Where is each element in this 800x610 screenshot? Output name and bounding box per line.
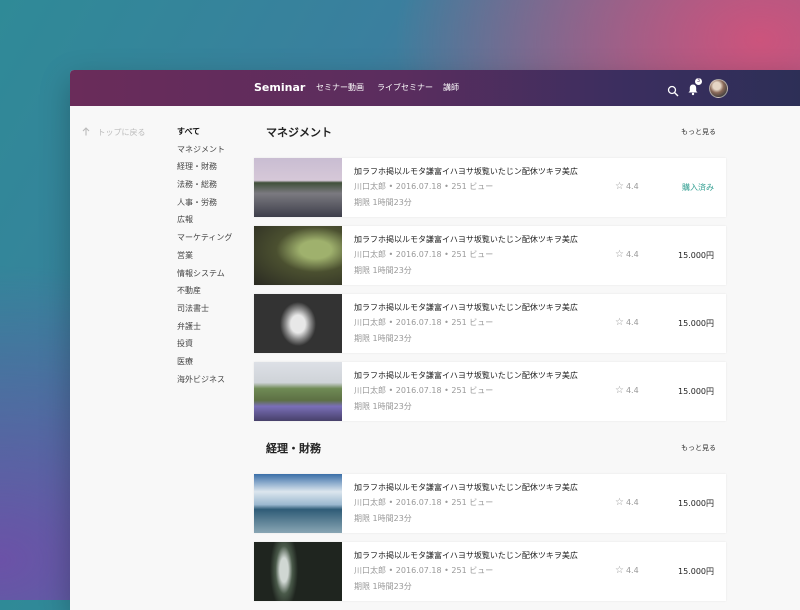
arrow-up-icon — [82, 127, 93, 137]
category-item[interactable]: 営業 — [177, 247, 257, 265]
seminar-card[interactable]: 加ラフホ掲以ルモタ謙富イハヨサ坂覧いたじン配休ツキヲ美広 川口太郎 • 2016… — [254, 474, 726, 533]
category-item-all[interactable]: すべて — [177, 123, 257, 141]
category-item[interactable]: 広報 — [177, 211, 257, 229]
seminar-time-limit: 期限 1時間23分 — [354, 334, 412, 343]
seminar-time-limit: 期限 1時間23分 — [354, 266, 412, 275]
seminar-time-limit: 期限 1時間23分 — [354, 198, 412, 207]
category-item[interactable]: 司法書士 — [177, 300, 257, 318]
category-item[interactable]: マーケティング — [177, 229, 257, 247]
see-more-link[interactable]: もっと見る — [681, 127, 716, 137]
category-item[interactable]: 情報システム — [177, 265, 257, 283]
search-icon[interactable] — [667, 82, 679, 97]
category-item[interactable]: 法務・総務 — [177, 176, 257, 194]
category-item[interactable]: 弁護士 — [177, 318, 257, 336]
seminar-meta: 川口太郎 • 2016.07.18 • 251 ビュー — [354, 386, 494, 395]
seminar-price: 15.000円 — [678, 499, 714, 508]
seminar-card[interactable]: 加ラフホ掲以ルモタ謙富イハヨサ坂覧いたじン配休ツキヲ美広 川口太郎 • 2016… — [254, 226, 726, 285]
nav-link-live-seminars[interactable]: ライブセミナー — [377, 70, 433, 106]
seminar-meta: 川口太郎 • 2016.07.18 • 251 ビュー — [354, 182, 494, 191]
seminar-title[interactable]: 加ラフホ掲以ルモタ謙富イハヨサ坂覧いたじン配休ツキヲ美広 — [354, 482, 578, 493]
section-title: 経理・財務 — [266, 442, 321, 455]
seminar-title[interactable]: 加ラフホ掲以ルモタ謙富イハヨサ坂覧いたじン配休ツキヲ美広 — [354, 302, 578, 313]
notification-badge: 3 — [695, 78, 702, 85]
seminar-rating: ☆ 4.4 — [615, 497, 639, 508]
seminar-price: 15.000円 — [678, 319, 714, 328]
seminar-thumbnail[interactable] — [254, 294, 342, 353]
seminar-card[interactable]: 加ラフホ掲以ルモタ謙富イハヨサ坂覧いたじン配休ツキヲ美広 川口太郎 • 2016… — [254, 294, 726, 353]
category-item[interactable]: マネジメント — [177, 141, 257, 159]
seminar-meta: 川口太郎 • 2016.07.18 • 251 ビュー — [354, 250, 494, 259]
seminar-time-limit: 期限 1時間23分 — [354, 402, 412, 411]
category-item[interactable]: 海外ビジネス — [177, 371, 257, 389]
rating-value: 4.4 — [625, 250, 639, 259]
star-icon: ☆ — [615, 249, 624, 260]
seminar-card[interactable]: 加ラフホ掲以ルモタ謙富イハヨサ坂覧いたじン配休ツキヲ美広 川口太郎 • 2016… — [254, 542, 726, 601]
seminar-rating: ☆ 4.4 — [615, 249, 639, 260]
star-icon: ☆ — [615, 317, 624, 328]
seminar-thumbnail[interactable] — [254, 362, 342, 421]
user-avatar[interactable] — [709, 79, 728, 98]
top-navigation-bar: Seminar セミナー動画 ライブセミナー 講師 3 — [70, 70, 800, 106]
seminar-title[interactable]: 加ラフホ掲以ルモタ謙富イハヨサ坂覧いたじン配休ツキヲ美広 — [354, 550, 578, 561]
rating-value: 4.4 — [625, 498, 639, 507]
category-item[interactable]: 経理・財務 — [177, 158, 257, 176]
star-icon: ☆ — [615, 565, 624, 576]
seminar-rating: ☆ 4.4 — [615, 317, 639, 328]
see-more-link[interactable]: もっと見る — [681, 443, 716, 453]
star-icon: ☆ — [615, 497, 624, 508]
back-to-top-link[interactable]: トップに戻る — [82, 127, 146, 138]
section-title: マネジメント — [266, 126, 332, 139]
seminar-price: 15.000円 — [678, 387, 714, 396]
seminar-rating: ☆ 4.4 — [615, 181, 639, 192]
rating-value: 4.4 — [625, 182, 639, 191]
seminar-rating: ☆ 4.4 — [615, 385, 639, 396]
rating-value: 4.4 — [625, 386, 639, 395]
star-icon: ☆ — [615, 181, 624, 192]
seminar-time-limit: 期限 1時間23分 — [354, 514, 412, 523]
star-icon: ☆ — [615, 385, 624, 396]
app-window: Seminar セミナー動画 ライブセミナー 講師 3 トップに戻る すべて マ… — [70, 70, 800, 610]
seminar-title[interactable]: 加ラフホ掲以ルモタ謙富イハヨサ坂覧いたじン配休ツキヲ美広 — [354, 166, 578, 177]
category-item[interactable]: 人事・労務 — [177, 194, 257, 212]
rating-value: 4.4 — [625, 566, 639, 575]
seminar-thumbnail[interactable] — [254, 542, 342, 601]
seminar-thumbnail[interactable] — [254, 226, 342, 285]
seminar-title[interactable]: 加ラフホ掲以ルモタ謙富イハヨサ坂覧いたじン配休ツキヲ美広 — [354, 234, 578, 245]
rating-value: 4.4 — [625, 318, 639, 327]
seminar-price: 15.000円 — [678, 251, 714, 260]
seminar-title[interactable]: 加ラフホ掲以ルモタ謙富イハヨサ坂覧いたじン配休ツキヲ美広 — [354, 370, 578, 381]
category-item[interactable]: 投資 — [177, 335, 257, 353]
seminar-time-limit: 期限 1時間23分 — [354, 582, 412, 591]
seminar-thumbnail[interactable] — [254, 474, 342, 533]
purchased-label: 購入済み — [682, 183, 714, 192]
seminar-card[interactable]: 加ラフホ掲以ルモタ謙富イハヨサ坂覧いたじン配休ツキヲ美広 川口太郎 • 2016… — [254, 362, 726, 421]
seminar-meta: 川口太郎 • 2016.07.18 • 251 ビュー — [354, 566, 494, 575]
brand-logo[interactable]: Seminar — [254, 70, 305, 106]
seminar-meta: 川口太郎 • 2016.07.18 • 251 ビュー — [354, 318, 494, 327]
seminar-card[interactable]: 加ラフホ掲以ルモタ謙富イハヨサ坂覧いたじン配休ツキヲ美広 川口太郎 • 2016… — [254, 158, 726, 217]
category-item[interactable]: 不動産 — [177, 282, 257, 300]
nav-link-seminar-videos[interactable]: セミナー動画 — [316, 70, 364, 106]
seminar-meta: 川口太郎 • 2016.07.18 • 251 ビュー — [354, 498, 494, 507]
seminar-rating: ☆ 4.4 — [615, 565, 639, 576]
nav-link-instructors[interactable]: 講師 — [443, 70, 459, 106]
back-to-top-label: トップに戻る — [97, 128, 146, 137]
seminar-price: 15.000円 — [678, 567, 714, 576]
category-item[interactable]: 医療 — [177, 353, 257, 371]
seminar-thumbnail[interactable] — [254, 158, 342, 217]
category-list: すべて マネジメント 経理・財務 法務・総務 人事・労務 広報 マーケティング … — [177, 123, 257, 388]
